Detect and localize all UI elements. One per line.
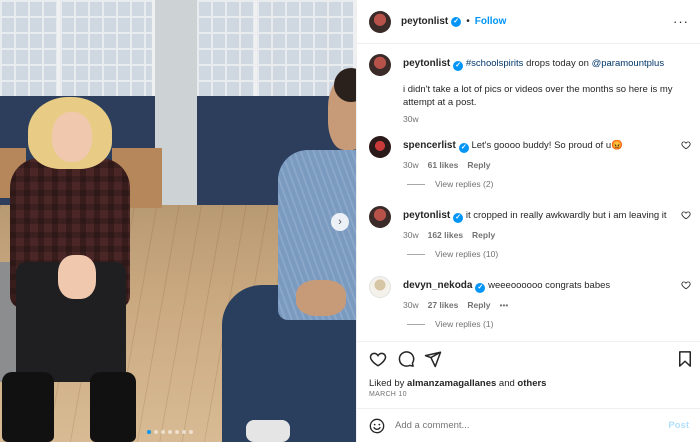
comment-icon[interactable] (397, 350, 415, 368)
comment-options-icon[interactable]: ••• (499, 299, 508, 312)
view-replies-button[interactable]: View replies (2) (407, 179, 493, 189)
comment-username[interactable]: devyn_nekoda (403, 280, 472, 291)
post-date: MARCH 10 (369, 391, 407, 398)
carousel-dot (147, 430, 151, 434)
mention-link[interactable]: @paramountplus (592, 58, 665, 69)
comment-username[interactable]: spencerlist (403, 140, 456, 151)
post-button[interactable]: Post (668, 420, 689, 431)
photo-window (0, 0, 60, 100)
view-replies-label: View replies (2) (435, 179, 494, 189)
view-replies-label: View replies (10) (435, 249, 499, 259)
next-arrow-icon[interactable]: › (331, 213, 349, 231)
avatar[interactable] (369, 276, 391, 298)
carousel-dot (175, 430, 179, 434)
comment-username[interactable]: peytonlist (403, 210, 450, 221)
follow-button[interactable]: Follow (475, 16, 507, 27)
liked-by-user[interactable]: almanzamagallanes (407, 378, 496, 389)
heart-icon[interactable] (369, 350, 387, 368)
verified-icon: ✓ (451, 16, 462, 27)
photo-window (60, 0, 155, 100)
comment-text: Let's goooo buddy! So proud of u (471, 140, 612, 151)
reply-button[interactable]: Reply (467, 159, 490, 172)
divider (407, 323, 425, 325)
comment-age: 30w (403, 300, 419, 310)
post-image[interactable]: › (0, 0, 356, 442)
separator: • (466, 16, 470, 27)
author-username[interactable]: peytonlist (401, 16, 448, 27)
divider (407, 183, 425, 185)
comment-age: 30w (403, 230, 419, 240)
carousel-dot (189, 430, 193, 434)
liked-by-others[interactable]: others (517, 378, 546, 389)
liked-by-suffix: and (496, 378, 518, 389)
comment-text: weeeoooooo congrats babes (488, 280, 611, 291)
comment-emoji: 😡 (611, 140, 623, 151)
photo-person-boot (90, 372, 136, 442)
heart-icon[interactable] (681, 210, 691, 220)
carousel-dot (182, 430, 186, 434)
caption-text: drops today on (523, 58, 592, 69)
comment-text: it cropped in really awkwardly but i am … (465, 210, 667, 221)
caption-age: 30w (403, 114, 419, 124)
photo-person-hands (58, 255, 96, 299)
bookmark-icon[interactable] (676, 350, 694, 368)
view-replies-button[interactable]: View replies (10) (407, 249, 498, 259)
view-replies-button[interactable]: View replies (1) (407, 319, 493, 329)
carousel-dot (168, 430, 172, 434)
hashtag-link[interactable]: #schoolspirits (466, 58, 524, 69)
caption-text-second: i didn't take a lot of pics or videos ov… (403, 84, 673, 108)
verified-icon: ✓ (453, 213, 464, 223)
post-side-panel: peytonlist ✓ • Follow ··· peytonlist ✓ #s… (356, 0, 700, 442)
comment-likes[interactable]: 27 likes (428, 299, 459, 312)
add-comment-bar: Post (357, 408, 700, 442)
action-bar (357, 341, 700, 377)
comment-likes[interactable]: 61 likes (428, 159, 459, 172)
view-replies-label: View replies (1) (435, 319, 494, 329)
comments-list[interactable]: peytonlist ✓ #schoolspirits drops today o… (357, 45, 700, 341)
photo-person-boot (2, 372, 54, 442)
comment-input[interactable] (395, 420, 645, 431)
avatar[interactable] (369, 10, 391, 33)
emoji-icon[interactable] (369, 418, 385, 434)
verified-icon: ✓ (458, 143, 469, 153)
reply-button[interactable]: Reply (472, 229, 495, 242)
avatar[interactable] (369, 54, 391, 76)
share-icon[interactable] (424, 350, 442, 368)
carousel-dots (147, 430, 193, 434)
heart-icon[interactable] (681, 140, 691, 150)
post-header: peytonlist ✓ • Follow ··· (357, 0, 700, 44)
carousel-dot (154, 430, 158, 434)
reply-button[interactable]: Reply (467, 299, 490, 312)
liked-by-prefix: Liked by (369, 378, 408, 389)
comment-age: 30w (403, 160, 419, 170)
verified-icon: ✓ (475, 283, 486, 293)
heart-icon[interactable] (681, 280, 691, 290)
verified-icon: ✓ (453, 61, 464, 71)
liked-by: Liked by almanzamagallanes and others (369, 378, 546, 389)
avatar[interactable] (369, 136, 391, 158)
avatar[interactable] (369, 206, 391, 228)
caption-username[interactable]: peytonlist (403, 58, 450, 69)
divider (407, 253, 425, 255)
photo-window (197, 0, 257, 100)
photo-person-hands (296, 280, 346, 316)
more-icon[interactable]: ··· (673, 14, 689, 29)
comment-likes[interactable]: 162 likes (428, 229, 463, 242)
photo-person-face (52, 112, 92, 162)
carousel-dot (161, 430, 165, 434)
photo-person-shoe (246, 420, 290, 442)
